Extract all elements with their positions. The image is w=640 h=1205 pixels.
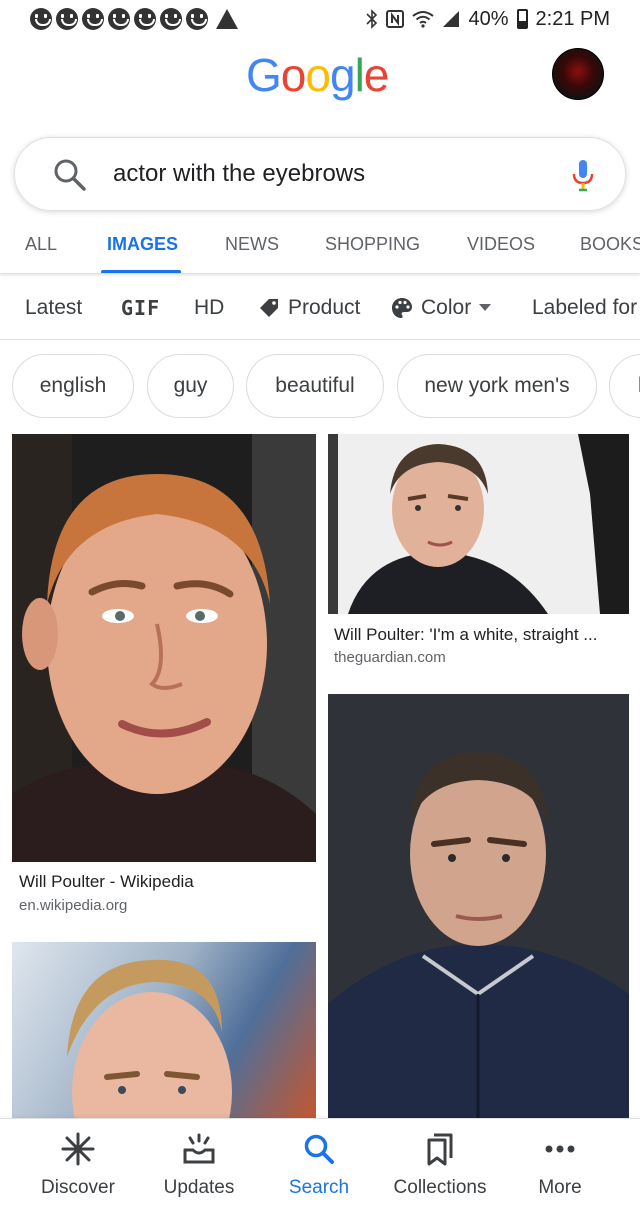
- result-image[interactable]: [12, 942, 316, 1118]
- status-bar: 40% 2:21 PM: [0, 0, 640, 38]
- bluetooth-icon: [366, 9, 378, 29]
- chip-new-york-mens[interactable]: new york men's: [397, 354, 597, 418]
- filter-latest[interactable]: Latest: [25, 296, 82, 320]
- result-image[interactable]: [328, 434, 629, 614]
- header: Google: [0, 40, 640, 120]
- wifi-icon: [412, 11, 435, 28]
- battery-icon: [516, 9, 528, 29]
- bottom-navigation: Discover Updates Search Collections More: [0, 1118, 640, 1205]
- result-image[interactable]: [328, 694, 629, 1118]
- result-title[interactable]: Will Poulter - Wikipedia: [19, 872, 194, 892]
- nav-more[interactable]: More: [500, 1131, 620, 1199]
- filter-product-label: Product: [288, 296, 361, 319]
- filter-hd[interactable]: HD: [194, 296, 224, 320]
- filter-gif[interactable]: GIF: [121, 296, 160, 320]
- related-chips: english guy beautiful new york men's b: [0, 354, 640, 420]
- portrait-photo: [12, 434, 316, 862]
- asterisk-icon: [61, 1132, 95, 1166]
- tab-images[interactable]: IMAGES: [107, 234, 178, 255]
- filter-latest-label: Latest: [25, 296, 83, 319]
- system-icons: 40% 2:21 PM: [366, 8, 610, 31]
- chip-partial[interactable]: b: [609, 354, 640, 418]
- filter-labeled-label: Labeled for: [532, 296, 638, 319]
- collections-bookmark-icon: [427, 1133, 453, 1166]
- chip-beautiful[interactable]: beautiful: [246, 354, 384, 418]
- filter-bar: Latest GIF HD Product Color Labeled for: [0, 280, 640, 340]
- nfc-icon: [386, 10, 405, 28]
- active-tab-indicator: [101, 270, 181, 273]
- nav-search[interactable]: Search: [259, 1131, 379, 1199]
- filter-gif-label: GIF: [121, 296, 161, 320]
- account-avatar[interactable]: [552, 48, 604, 100]
- clock: 2:21 PM: [535, 7, 610, 30]
- emoji-notification-icon: [108, 8, 130, 30]
- emoji-notification-icon: [56, 8, 78, 30]
- nav-collections-label: Collections: [393, 1177, 487, 1198]
- tab-news[interactable]: NEWS: [225, 234, 279, 255]
- result-source: en.wikipedia.org: [19, 897, 128, 914]
- tag-icon: [260, 299, 278, 317]
- portrait-photo: [328, 434, 629, 614]
- emoji-notification-icon: [82, 8, 104, 30]
- battery-percent: 40%: [468, 7, 509, 30]
- portrait-photo: [67, 959, 232, 1118]
- chip-english[interactable]: english: [12, 354, 134, 418]
- result-source: theguardian.com: [334, 649, 446, 666]
- filter-product[interactable]: Product: [258, 296, 360, 320]
- nav-search-label: Search: [288, 1177, 350, 1198]
- search-icon: [54, 159, 86, 191]
- tab-all[interactable]: ALL: [25, 234, 57, 255]
- signal-icon: [443, 11, 460, 27]
- nav-discover[interactable]: Discover: [18, 1131, 138, 1199]
- filter-labeled-for[interactable]: Labeled for: [532, 296, 637, 320]
- emoji-notification-icon: [134, 8, 156, 30]
- portrait-photo: [328, 694, 629, 1118]
- search-box[interactable]: actor with the eyebrows: [14, 137, 626, 211]
- caret-down-icon: [479, 304, 492, 311]
- emoji-notification-icon: [160, 8, 182, 30]
- result-image[interactable]: [12, 434, 316, 862]
- tab-books[interactable]: BOOKS: [580, 234, 640, 255]
- tab-shopping[interactable]: SHOPPING: [325, 234, 420, 255]
- filter-color[interactable]: Color: [391, 296, 492, 320]
- notification-icons: [30, 8, 238, 30]
- google-logo[interactable]: Google: [246, 48, 389, 102]
- filter-hd-label: HD: [194, 296, 225, 319]
- search-input[interactable]: actor with the eyebrows: [113, 160, 365, 188]
- palette-icon: [392, 298, 412, 318]
- chip-guy[interactable]: guy: [147, 354, 234, 418]
- nav-more-label: More: [538, 1177, 582, 1198]
- search-tabs: ALL IMAGES NEWS SHOPPING VIDEOS BOOKS: [0, 222, 640, 274]
- nav-collections[interactable]: Collections: [380, 1131, 500, 1199]
- emoji-notification-icon: [186, 8, 208, 30]
- nav-discover-label: Discover: [41, 1177, 115, 1198]
- more-dots-icon: [545, 1145, 575, 1153]
- updates-tray-icon: [183, 1133, 215, 1164]
- filter-color-label: Color: [421, 296, 472, 319]
- result-title[interactable]: Will Poulter: 'I'm a white, straight ...: [334, 625, 597, 645]
- nav-updates-label: Updates: [163, 1177, 235, 1198]
- microphone-icon[interactable]: [571, 158, 595, 192]
- warning-icon: [216, 9, 238, 29]
- nav-updates[interactable]: Updates: [139, 1131, 259, 1199]
- search-icon: [304, 1134, 334, 1164]
- tab-videos[interactable]: VIDEOS: [467, 234, 535, 255]
- emoji-notification-icon: [30, 8, 52, 30]
